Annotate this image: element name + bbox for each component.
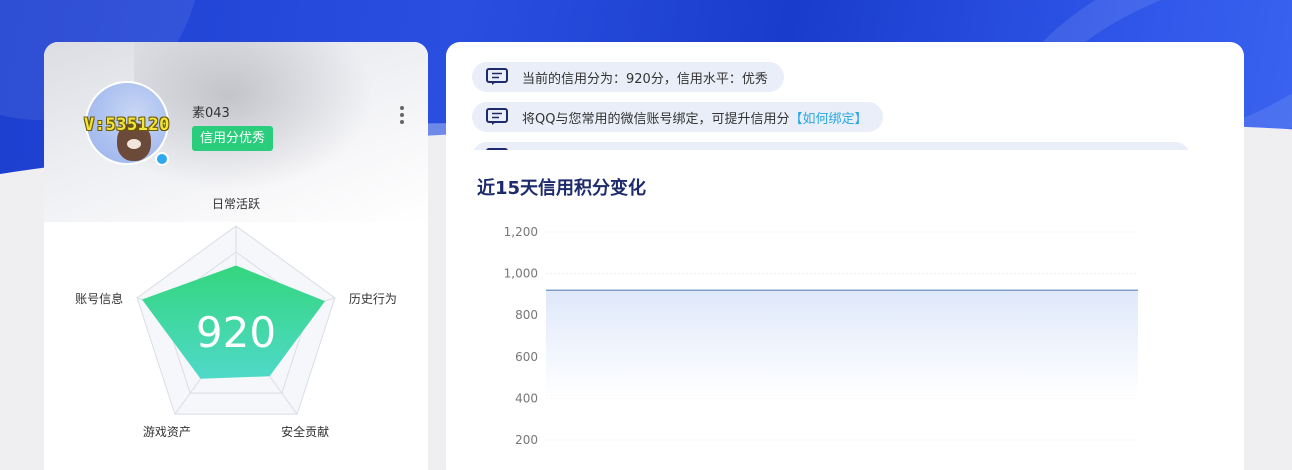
radar-axis-label: 游戏资产 [143, 425, 191, 439]
credit-detail-card: 当前的信用分为：920分，信用水平：优秀 将QQ与您常用的微信账号绑定，可提升信… [446, 42, 1244, 470]
radar-axis-label: 账号信息 [75, 291, 123, 306]
credit-score-value: 920 [196, 308, 276, 357]
notice-item: 当前的信用分为：920分，信用水平：优秀 [472, 62, 784, 92]
username: 素043 [192, 106, 230, 121]
chart-y-tick-label: 600 [515, 350, 538, 364]
radar-axis-label: 历史行为 [349, 292, 397, 306]
chart-y-tick-label: 800 [515, 308, 538, 322]
chart-y-tick-label: 400 [515, 391, 538, 405]
chart-area-fill [546, 290, 1138, 399]
notice-item-partial [472, 142, 1190, 150]
notice-list[interactable]: 当前的信用分为：920分，信用水平：优秀 将QQ与您常用的微信账号绑定，可提升信… [472, 62, 1212, 150]
chart-title: 近15天信用积分变化 [477, 178, 647, 199]
chart-y-tick-label: 1,200 [504, 225, 538, 239]
message-icon [486, 148, 508, 150]
message-icon [486, 68, 508, 85]
more-vertical-icon[interactable] [394, 104, 410, 126]
notice-text: 当前的信用分为：920分，信用水平：优秀 [522, 71, 768, 87]
qq-penguin-icon [155, 152, 169, 166]
radar-axis-label: 日常活跃 [212, 197, 260, 211]
credit-radar-chart: 日常活跃历史行为安全贡献 游戏资产 账号信息 920 [75, 197, 397, 439]
how-to-bind-link[interactable]: 【如何绑定】 [789, 108, 867, 127]
radar-axis-label: 安全贡献 [281, 424, 329, 439]
message-icon [486, 108, 508, 125]
notice-text: 将QQ与您常用的微信账号绑定，可提升信用分 [522, 111, 790, 127]
notice-item: 将QQ与您常用的微信账号绑定，可提升信用分 【如何绑定】 [472, 102, 884, 132]
chart-y-tick-label: 1,000 [504, 267, 538, 281]
chart-y-tick-label: 200 [515, 433, 538, 447]
credit-trend-chart: 200 400 600 800 1,000 1,200 [504, 225, 1138, 447]
credit-level-badge: 信用分优秀 [192, 126, 274, 151]
vip-level-tag: V:535120 [84, 115, 170, 135]
profile-card: V:535120 素043 信用分优秀 日常活跃历史行为安全贡献 游戏资产 账号信息… [44, 42, 428, 470]
